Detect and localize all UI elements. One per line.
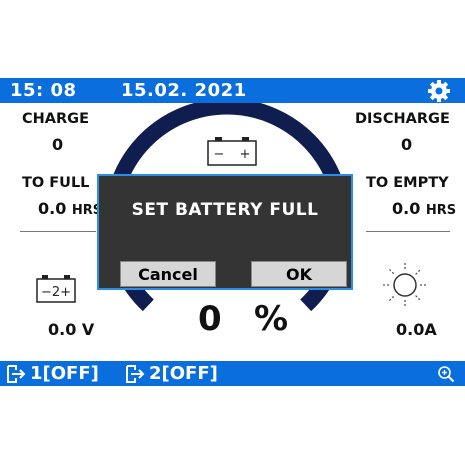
- voltage-value: 0.0 V: [48, 320, 95, 339]
- discharge-value: 0: [401, 135, 413, 154]
- to-full-value: 0.0 HRS: [38, 199, 103, 218]
- current-value: 0.0A: [396, 320, 437, 339]
- charge-label: CHARGE: [22, 111, 89, 127]
- clock-time: 15: 08: [10, 80, 77, 101]
- output-1-label: 1[OFF]: [30, 363, 99, 384]
- battery-icon: − +: [207, 137, 257, 166]
- output-1-toggle[interactable]: 1[OFF]: [6, 363, 99, 384]
- to-full-label: TO FULL: [22, 175, 90, 191]
- discharge-label: DISCHARGE: [355, 111, 450, 127]
- output-arrow-icon: [126, 364, 145, 383]
- divider-left: [20, 231, 96, 232]
- soc-value: 0: [198, 299, 222, 339]
- ok-button[interactable]: OK: [251, 261, 347, 287]
- to-empty-value: 0.0 HRS: [392, 199, 457, 218]
- output-2-label: 2[OFF]: [149, 363, 218, 384]
- cancel-button[interactable]: Cancel: [120, 261, 216, 287]
- clock-date: 15.02. 2021: [121, 80, 247, 101]
- battery-minus: −: [214, 147, 225, 162]
- gear-icon[interactable]: [427, 79, 451, 103]
- dialog-message: SET BATTERY FULL: [131, 200, 319, 220]
- battery-voltage-glyph: −2+: [41, 285, 71, 300]
- outputs-bar: 1[OFF] 2[OFF]: [0, 361, 465, 386]
- to-empty-label: TO EMPTY: [366, 175, 449, 191]
- soc-unit: %: [254, 299, 289, 339]
- battery-plus: +: [240, 147, 251, 162]
- battery-voltage-icon: −2+: [36, 275, 76, 303]
- zoom-in-icon[interactable]: [437, 365, 455, 383]
- output-2-toggle[interactable]: 2[OFF]: [125, 363, 218, 384]
- status-bar: 15: 08 15.02. 2021: [0, 78, 465, 103]
- sun-icon: [383, 263, 427, 307]
- device-screen: 15: 08 15.02. 2021 CHARGE 0 DISCHARGE 0 …: [0, 78, 465, 386]
- set-battery-full-dialog: SET BATTERY FULL Cancel OK: [97, 174, 353, 290]
- charge-value: 0: [52, 135, 64, 154]
- output-arrow-icon: [7, 364, 26, 383]
- divider-right: [366, 231, 450, 232]
